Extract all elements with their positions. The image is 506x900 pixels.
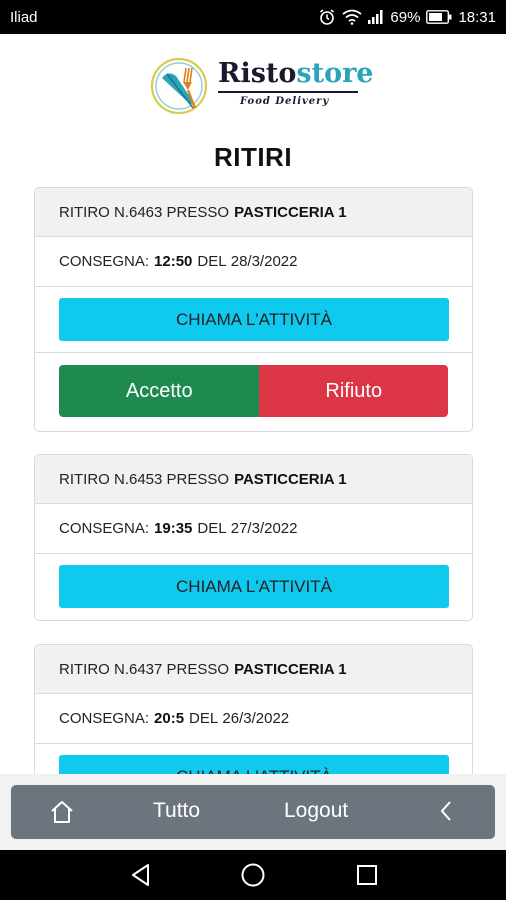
logo-tagline: Food Delivery	[240, 96, 330, 107]
page-title: RITIRI	[213, 142, 293, 172]
carrier-name: Iliad	[10, 8, 38, 26]
logout-button[interactable]: Logout	[284, 799, 348, 823]
all-button[interactable]: Tutto	[153, 799, 200, 823]
call-business-button[interactable]: CHIAMA L'ATTIVITÀ	[59, 755, 449, 774]
shop-name: PASTICCERIA 1	[234, 203, 347, 221]
pickup-card: RITIRO N. 6463 PRESSO PASTICCERIA 1 CONSEG…	[34, 187, 473, 432]
battery-percent: 69%	[390, 8, 421, 26]
shop-name: PASTICCERIA 1	[234, 470, 347, 488]
screen: Iliad 69% 18:31 Ristostore Food Delivery…	[0, 0, 506, 900]
shop-name: PASTICCERIA 1	[234, 660, 347, 678]
system-nav-bar	[0, 850, 506, 900]
pickup-card: RITIRO N. 6437 PRESSO PASTICCERIA 1 CONSEG…	[34, 644, 473, 774]
logo-word-store: store	[296, 58, 374, 89]
signal-icon	[368, 10, 384, 24]
pickup-number: 6453	[129, 470, 163, 488]
logo-word-risto: Risto	[218, 58, 297, 89]
reject-button[interactable]: Rifiuto	[259, 365, 448, 417]
ristostore-logo: Ristostore Food Delivery	[148, 56, 373, 122]
pickup-at-label: PRESSO	[166, 203, 230, 221]
pickup-number: 6437	[129, 660, 163, 678]
call-row: CHIAMA L'ATTIVITÀ	[35, 744, 472, 774]
pickup-prefix: RITIRO N.	[59, 203, 129, 221]
status-bar: Iliad 69% 18:31	[0, 0, 506, 34]
delivery-info: CONSEGNA: 19:35 DEL 27/3/2022	[35, 504, 472, 554]
delivery-date: 26/3/2022	[222, 710, 290, 727]
pickup-prefix: RITIRO N.	[59, 470, 129, 488]
call-row: CHIAMA L'ATTIVITÀ	[35, 554, 472, 620]
pickup-at-label: PRESSO	[166, 660, 230, 678]
date-of-label: DEL	[197, 520, 227, 537]
pickup-at-label: PRESSO	[166, 470, 230, 488]
delivery-time: 19:35	[154, 520, 193, 537]
logo-wordmark: Ristostore	[218, 58, 373, 90]
date-of-label: DEL	[189, 710, 219, 727]
delivery-time: 12:50	[154, 253, 193, 270]
logo-divider	[218, 91, 358, 93]
bottom-app-bar: Tutto Logout	[11, 785, 495, 839]
accept-reject-group: Accetto Rifiuto	[35, 353, 472, 431]
pickup-card: RITIRO N. 6453 PRESSO PASTICCERIA 1 CONSEG…	[34, 454, 473, 621]
delivery-time: 20:5	[154, 710, 185, 727]
call-row: CHIAMA L'ATTIVITÀ	[35, 287, 472, 353]
delivery-prefix: CONSEGNA:	[59, 520, 150, 537]
delivery-date: 28/3/2022	[230, 253, 298, 270]
status-icons: 69% 18:31	[318, 8, 496, 26]
call-business-button[interactable]: CHIAMA L'ATTIVITÀ	[59, 565, 449, 608]
pickup-prefix: RITIRO N.	[59, 660, 129, 678]
bottom-bar-area: Tutto Logout	[0, 774, 506, 850]
date-of-label: DEL	[197, 253, 227, 270]
main-content[interactable]: Ristostore Food Delivery RITIRI RITIRO N…	[0, 34, 506, 774]
delivery-info: CONSEGNA: 12:50 DEL 28/3/2022	[35, 237, 472, 287]
pickup-header: RITIRO N. 6463 PRESSO PASTICCERIA 1	[35, 188, 472, 237]
nav-recents-icon[interactable]	[354, 862, 380, 893]
call-business-button[interactable]: CHIAMA L'ATTIVITÀ	[59, 298, 449, 341]
delivery-date: 27/3/2022	[230, 520, 298, 537]
battery-icon	[426, 10, 452, 24]
clock: 18:31	[458, 8, 496, 26]
alarm-icon	[318, 8, 336, 26]
delivery-prefix: CONSEGNA:	[59, 710, 150, 727]
pickup-header: RITIRO N. 6437 PRESSO PASTICCERIA 1	[35, 645, 472, 694]
delivery-prefix: CONSEGNA:	[59, 253, 150, 270]
nav-back-icon[interactable]	[128, 862, 154, 893]
pickup-header: RITIRO N. 6453 PRESSO PASTICCERIA 1	[35, 455, 472, 504]
wifi-icon	[342, 9, 362, 25]
pickup-number: 6463	[129, 203, 163, 221]
delivery-info: CONSEGNA: 20:5 DEL 26/3/2022	[35, 694, 472, 744]
chevron-left-icon[interactable]	[436, 798, 456, 830]
home-icon[interactable]	[49, 799, 75, 831]
nav-home-icon[interactable]	[240, 862, 266, 893]
accept-button[interactable]: Accetto	[59, 365, 260, 417]
